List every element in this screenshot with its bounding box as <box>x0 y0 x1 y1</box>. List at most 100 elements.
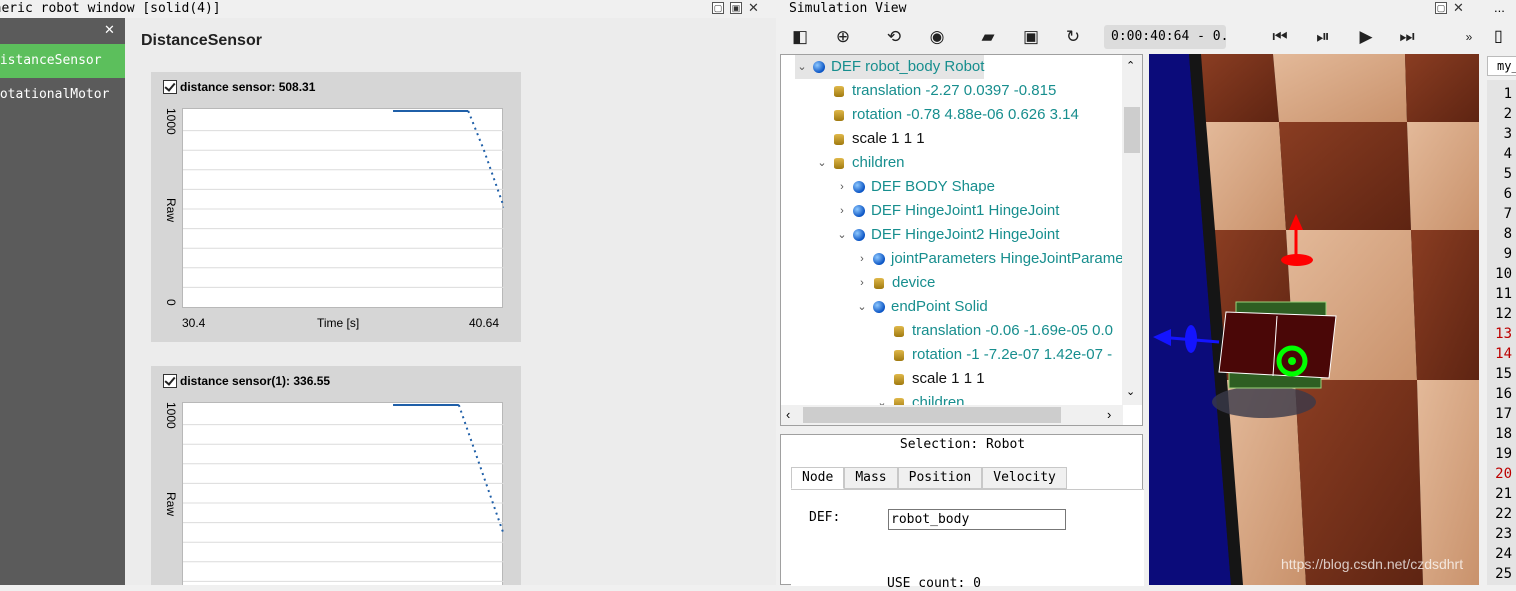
def-field[interactable]: robot_body <box>888 509 1066 530</box>
y-tick-top: 1000 <box>164 108 178 135</box>
tree-row[interactable]: ⌄ DEF robot_body Robot <box>795 55 985 79</box>
play-icon[interactable]: ▶ <box>1353 24 1379 50</box>
node-sphere-icon <box>853 205 865 217</box>
tree-row[interactable]: › jointParameters HingeJointParameters <box>855 247 1143 271</box>
editor-tab[interactable]: my_ <box>1487 56 1516 76</box>
field-cylinder-icon <box>834 133 844 145</box>
line-number: 14 <box>1495 346 1512 362</box>
field-cylinder-icon <box>894 325 904 337</box>
field-cylinder-icon <box>834 157 844 169</box>
tab-node[interactable]: Node <box>791 467 845 489</box>
line-number: 18 <box>1495 426 1512 442</box>
tab-velocity[interactable]: Velocity <box>982 467 1067 489</box>
scroll-down-icon[interactable]: ⌄ <box>1126 385 1135 398</box>
tree-row[interactable]: rotation -0.78 4.88e-06 0.626 3.14 <box>815 103 1079 127</box>
tree-row[interactable]: rotation -1 -7.2e-07 1.42e-07 - <box>875 343 1112 367</box>
tree-row[interactable]: translation -0.06 -1.69e-05 0.0 <box>875 319 1113 343</box>
line-number: 22 <box>1495 506 1512 522</box>
field-cylinder-icon <box>874 277 884 289</box>
save-icon[interactable]: ▣ <box>1018 24 1044 50</box>
tree-row[interactable]: ⌄ DEF HingeJoint2 HingeJoint <box>835 223 1059 247</box>
x-tick-end: 40.64 <box>469 316 500 330</box>
sensor-plot <box>182 402 504 585</box>
simulation-view-panel: Simulation View ▢ ✕ ◧ ⊕ ⟲ ◉ ▰ ▣ ↻ 0:00:4… <box>776 0 1482 591</box>
expand-down-icon[interactable]: ⌄ <box>835 223 849 247</box>
tree-row-label: DEF robot_body Robot <box>831 58 985 75</box>
tree-row-label: rotation -0.78 4.88e-06 0.626 3.14 <box>852 106 1079 123</box>
expand-down-icon[interactable]: ⌄ <box>855 295 869 319</box>
tree-row[interactable]: ⌄ endPoint Solid <box>855 295 988 319</box>
line-number: 6 <box>1503 186 1512 202</box>
maximize-icon[interactable]: ▣ <box>730 2 742 14</box>
line-number: 21 <box>1495 486 1512 502</box>
robot-shadow <box>1212 386 1316 418</box>
sensor-card: distance sensor(1): 336.55 1000 Raw <box>151 366 521 585</box>
add-node-icon[interactable]: ⊕ <box>830 24 856 50</box>
new-file-icon[interactable]: ▯ <box>1494 26 1503 46</box>
expand-down-icon[interactable]: ⌄ <box>815 151 829 175</box>
node-sphere-icon <box>853 229 865 241</box>
line-number: 9 <box>1503 246 1512 262</box>
close-icon[interactable]: ✕ <box>1453 1 1464 14</box>
sim-window-controls: ▢ ✕ <box>1435 1 1464 14</box>
tree-row[interactable]: scale 1 1 1 <box>875 367 985 391</box>
tree-row[interactable]: scale 1 1 1 <box>815 127 925 151</box>
tab-position[interactable]: Position <box>897 467 983 489</box>
y-axis-label: Raw <box>164 198 178 223</box>
expand-right-icon[interactable]: › <box>835 199 849 223</box>
open-icon[interactable]: ▰ <box>975 24 1001 50</box>
step-back-icon[interactable]: ⏮ <box>1267 24 1293 50</box>
tree-row[interactable]: › DEF BODY Shape <box>835 175 995 199</box>
expand-right-icon[interactable]: › <box>855 247 869 271</box>
tree-row-label: DEF BODY Shape <box>871 178 995 195</box>
sidebar-close-icon[interactable]: ✕ <box>104 22 115 38</box>
sidebar-item-rotational-motor[interactable]: RotationalMotor <box>0 78 125 112</box>
expand-right-icon[interactable]: › <box>835 175 849 199</box>
reset-view-icon[interactable]: ⟲ <box>881 24 907 50</box>
tree-row-label: jointParameters HingeJointParameters <box>891 250 1143 267</box>
scroll-right-icon[interactable]: › <box>1107 407 1111 422</box>
enable-checkbox[interactable] <box>163 374 177 388</box>
show-panel-icon[interactable]: ◧ <box>787 24 813 50</box>
field-cylinder-icon <box>894 349 904 361</box>
3d-viewport[interactable]: https://blog.csdn.net/czdsdhrt <box>1149 54 1479 585</box>
tree-row[interactable]: › DEF HingeJoint1 HingeJoint <box>835 199 1059 223</box>
more-icon[interactable]: ... <box>1494 0 1505 15</box>
eye-icon[interactable]: ◉ <box>924 24 950 50</box>
float-icon[interactable]: ▢ <box>1435 2 1447 14</box>
scroll-left-icon[interactable]: ‹ <box>786 407 790 422</box>
robot-window-title: Generic robot window [solid(4)] <box>0 1 221 16</box>
tree-row[interactable]: ⌄ children <box>815 151 905 175</box>
text-editor-panel: ... ▯ my_ 123456789101112131415161718192… <box>1482 0 1516 585</box>
line-number: 16 <box>1495 386 1512 402</box>
scroll-thumb[interactable] <box>1124 107 1140 153</box>
step-icon[interactable]: ⏯ <box>1310 24 1336 50</box>
sensor-plot <box>182 108 504 308</box>
enable-checkbox[interactable] <box>163 80 177 94</box>
y-tick-top: 1000 <box>164 402 178 429</box>
tree-row[interactable]: translation -2.27 0.0397 -0.815 <box>815 79 1056 103</box>
fast-icon[interactable]: ⏭ <box>1394 24 1420 50</box>
scroll-up-icon[interactable]: ⌃ <box>1126 59 1135 72</box>
node-sphere-icon <box>813 61 825 73</box>
plot-svg-0 <box>183 110 504 288</box>
sidebar-item-distance-sensor[interactable]: DistanceSensor <box>0 44 125 78</box>
scene-tree[interactable]: ⌄ DEF robot_body Robot translation -2.27 0… <box>780 54 1143 426</box>
tree-row-label: children <box>852 154 905 171</box>
expand-down-icon[interactable]: ⌄ <box>795 55 809 79</box>
close-icon[interactable]: ✕ <box>748 1 759 14</box>
reload-icon[interactable]: ↻ <box>1060 24 1086 50</box>
more-icon[interactable]: » <box>1456 24 1482 50</box>
expand-right-icon[interactable]: › <box>855 271 869 295</box>
tab-mass[interactable]: Mass <box>844 467 898 489</box>
sidebar-item-label: DistanceSensor <box>0 53 102 68</box>
tree-row[interactable]: › device <box>855 271 935 295</box>
tree-row-label: endPoint Solid <box>891 298 988 315</box>
line-number: 11 <box>1495 286 1512 302</box>
y-tick-bottom: 0 <box>164 299 178 306</box>
float-icon[interactable]: ▢ <box>712 2 724 14</box>
line-number-gutter: 1 2 3 4 5 6 7 8 9 10 11 12 13 14 15 16 17 18 19 20 21 22 23 24 2… <box>1487 80 1516 585</box>
tree-horizontal-scrollbar[interactable]: ‹ › <box>781 405 1123 425</box>
scroll-thumb[interactable] <box>803 407 1061 423</box>
tree-vertical-scrollbar[interactable]: ⌃ ⌄ <box>1122 55 1142 405</box>
